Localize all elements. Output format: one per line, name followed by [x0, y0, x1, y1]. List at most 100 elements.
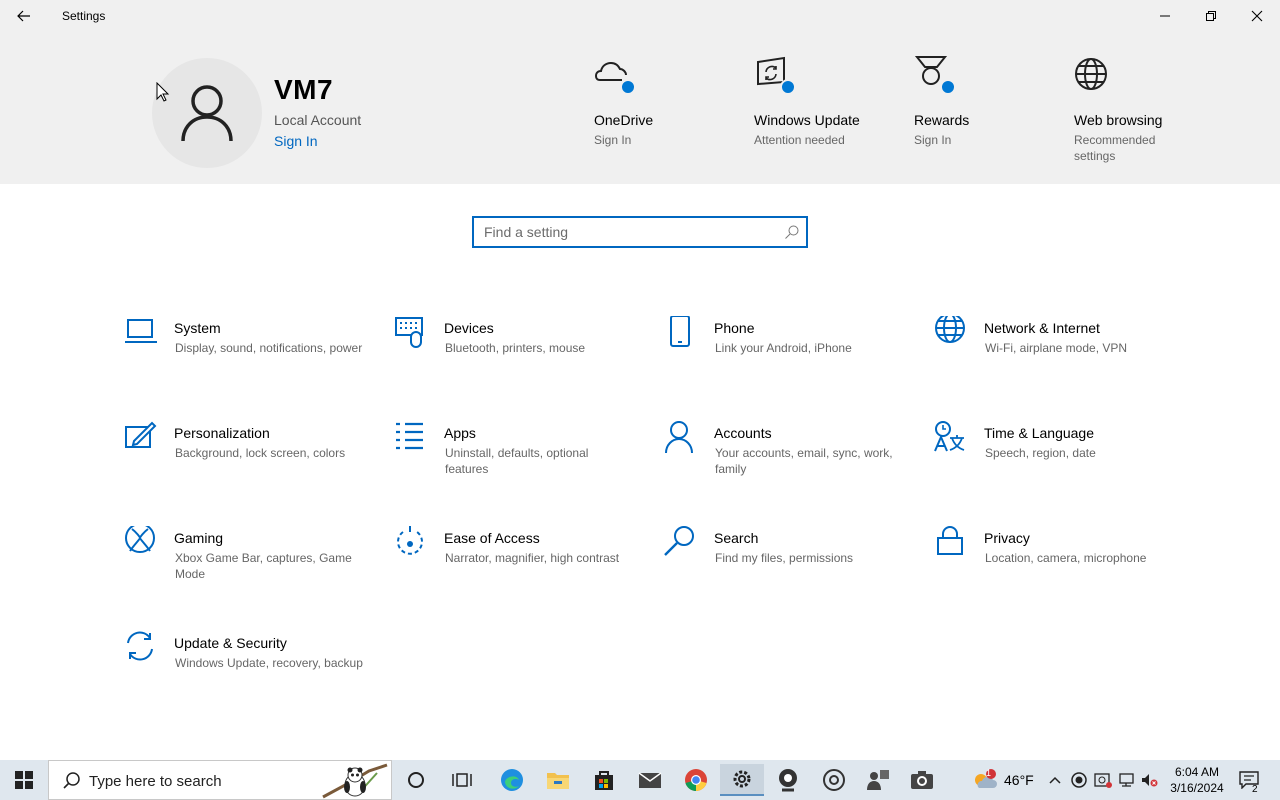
lock-icon	[937, 526, 963, 555]
edge-browser-icon	[501, 769, 523, 791]
settings-taskbar-button[interactable]	[720, 764, 764, 796]
tile-desc: Link your Android, iPhone	[715, 341, 852, 355]
notification-count: 2	[1252, 784, 1258, 795]
tray-record-button[interactable]	[1068, 760, 1090, 800]
search-icon	[664, 526, 694, 556]
store-button[interactable]	[582, 764, 626, 796]
header-windows-update[interactable]: Windows Update Attention needed	[754, 54, 904, 148]
person-icon	[181, 85, 233, 142]
devices-icon	[395, 317, 423, 348]
account-sign-in-link[interactable]: Sign In	[274, 133, 318, 149]
camera-app-button[interactable]	[900, 764, 944, 796]
security-shield-icon	[1094, 773, 1112, 788]
phone-icon	[670, 316, 690, 347]
tile-title: Accounts	[714, 425, 772, 441]
store-bag-icon	[595, 771, 613, 790]
taskbar-search-box[interactable]: Type here to search	[48, 760, 392, 800]
people-app-button[interactable]	[856, 764, 900, 796]
header-item-label: Web browsing	[1074, 112, 1163, 128]
webcam-icon	[779, 769, 797, 792]
taskbar-search-text: Type here to search	[89, 773, 222, 790]
restore-button[interactable]	[1188, 0, 1234, 32]
title-bar: Settings	[0, 0, 1280, 32]
window-title: Settings	[62, 9, 106, 23]
tile-title: Network & Internet	[984, 320, 1100, 336]
file-explorer-button[interactable]	[536, 764, 580, 796]
tile-desc: Uninstall, defaults, optional features	[445, 446, 589, 476]
cortana-icon	[408, 772, 424, 788]
header-item-label: Windows Update	[754, 112, 860, 128]
back-button[interactable]	[8, 0, 40, 32]
clock[interactable]: 6:04 AM 3/16/2024	[1162, 764, 1232, 796]
tile-phone[interactable]: Phone Link your Android, iPhone	[664, 316, 914, 396]
tile-network-internet[interactable]: Network & Internet Wi-Fi, airplane mode,…	[934, 316, 1184, 396]
cortana-button[interactable]	[394, 764, 438, 796]
task-view-button[interactable]	[440, 764, 484, 796]
tray-volume-button[interactable]	[1138, 760, 1160, 800]
avatar[interactable]	[152, 58, 262, 168]
tile-search[interactable]: Search Find my files, permissions	[664, 526, 914, 606]
back-arrow-icon	[17, 10, 30, 22]
header-onedrive[interactable]: OneDrive Sign In	[594, 54, 744, 148]
tile-title: Devices	[444, 320, 494, 336]
tile-privacy[interactable]: Privacy Location, camera, microphone	[934, 526, 1184, 606]
search-icon[interactable]	[784, 224, 800, 240]
tile-ease-of-access[interactable]: Ease of Access Narrator, magnifier, high…	[394, 526, 644, 606]
show-hidden-icons-button[interactable]	[1044, 760, 1066, 800]
task-view-icon	[452, 773, 472, 787]
action-center-button[interactable]	[1236, 760, 1262, 800]
tile-gaming[interactable]: Gaming Xbox Game Bar, captures, Game Mod…	[124, 526, 374, 606]
tile-title: Time & Language	[984, 425, 1094, 441]
apps-list-icon	[396, 422, 423, 450]
time-language-icon	[934, 421, 965, 452]
close-icon	[1251, 10, 1263, 22]
tile-desc: Bluetooth, printers, mouse	[445, 341, 586, 355]
start-button[interactable]	[0, 760, 48, 800]
tile-devices[interactable]: Devices Bluetooth, printers, mouse	[394, 316, 644, 396]
tray-security-button[interactable]	[1092, 760, 1114, 800]
edge-button[interactable]	[490, 764, 534, 796]
account-name: VM7	[274, 74, 334, 105]
taskbar: Type here to search 1 46°F 6:04 AM 3/16/…	[0, 760, 1280, 800]
media-app-button[interactable]	[812, 764, 856, 796]
tile-title: Update & Security	[174, 635, 287, 651]
weather-icon	[975, 769, 997, 788]
weather-badge-count: 1	[986, 768, 992, 778]
webcam-app-button[interactable]	[766, 764, 810, 796]
tile-accounts[interactable]: Accounts Your accounts, email, sync, wor…	[664, 421, 914, 501]
disc-icon	[823, 769, 845, 791]
header-web-browsing[interactable]: Web browsing Recommended settings	[1074, 54, 1224, 164]
minimize-button[interactable]	[1142, 0, 1188, 32]
tile-title: System	[174, 320, 221, 336]
camera-icon	[911, 771, 933, 789]
tile-personalization[interactable]: Personalization Background, lock screen,…	[124, 421, 374, 501]
minimize-icon	[1160, 15, 1170, 17]
tray-network-button[interactable]	[1116, 760, 1138, 800]
weather-temperature: 46°F	[1004, 772, 1034, 788]
tile-apps[interactable]: Apps Uninstall, defaults, optional featu…	[394, 421, 644, 501]
clock-time: 6:04 AM	[1174, 765, 1220, 779]
tile-desc: Xbox Game Bar, captures, Game Mode	[175, 551, 352, 581]
tile-title: Search	[714, 530, 759, 546]
globe-icon	[1075, 58, 1107, 90]
tile-update-security[interactable]: Update & Security Windows Update, recove…	[124, 631, 374, 711]
chrome-button[interactable]	[674, 764, 718, 796]
tile-system[interactable]: System Display, sound, notifications, po…	[124, 316, 374, 396]
globe-icon	[935, 316, 965, 343]
tile-desc: Narrator, magnifier, high contrast	[445, 551, 620, 565]
xbox-icon	[125, 526, 155, 553]
header-item-sub: Sign In	[594, 133, 632, 147]
refresh-icon	[127, 631, 153, 661]
tile-time-language[interactable]: Time & Language Speech, region, date	[934, 421, 1184, 501]
volume-muted-icon	[1142, 774, 1158, 787]
search-input[interactable]	[474, 218, 774, 246]
mail-button[interactable]	[628, 764, 672, 796]
close-button[interactable]	[1234, 0, 1280, 32]
tile-desc: Display, sound, notifications, power	[175, 341, 363, 355]
status-dot	[620, 79, 636, 95]
tile-desc: Wi-Fi, airplane mode, VPN	[985, 341, 1128, 355]
tile-desc: Background, lock screen, colors	[175, 446, 346, 460]
header-rewards[interactable]: Rewards Sign In	[914, 54, 1064, 148]
tile-title: Apps	[444, 425, 476, 441]
weather-button[interactable]	[970, 760, 1000, 800]
